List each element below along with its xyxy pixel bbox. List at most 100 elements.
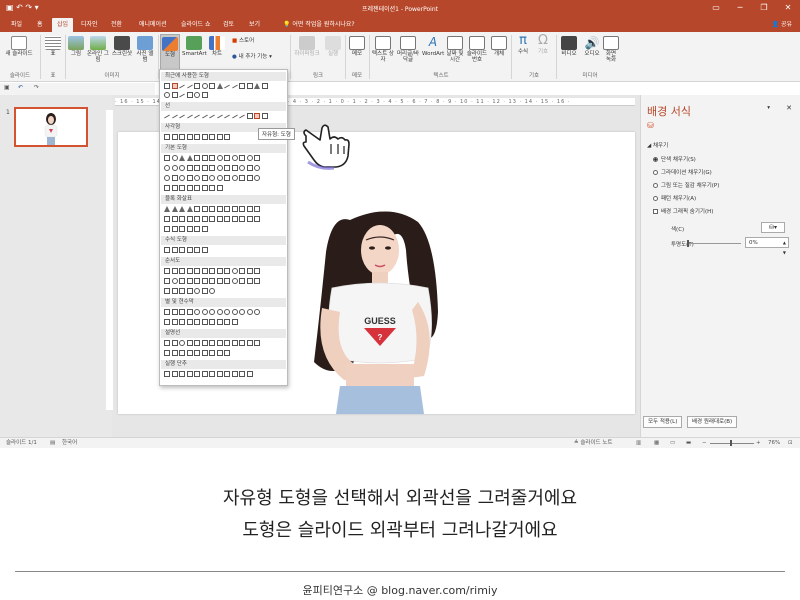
undo-icon[interactable]: ↶	[18, 84, 23, 91]
picture-fill-option[interactable]: 그림 또는 질감 채우기(P)	[653, 181, 719, 189]
table-button[interactable]: 표	[44, 36, 62, 57]
normal-view-icon[interactable]: ▥	[636, 438, 641, 448]
chart-button[interactable]: 차트	[208, 36, 226, 57]
shape-row[interactable]	[164, 215, 283, 224]
shape-row[interactable]	[164, 184, 283, 193]
smartart-button[interactable]: SmartArt	[182, 36, 207, 57]
tell-me-search[interactable]: 💡 어떤 작업을 원하시나요?	[283, 19, 355, 28]
new-slide-button[interactable]: 새 슬라이드	[4, 36, 34, 57]
shape-row[interactable]	[164, 82, 283, 91]
apply-all-button[interactable]: 모두 적용(L)	[643, 416, 683, 428]
shape-row[interactable]	[164, 91, 283, 100]
close-icon[interactable]: ✕	[786, 104, 792, 112]
shape-row[interactable]	[164, 277, 283, 286]
shape-row[interactable]	[164, 287, 283, 296]
shape-row[interactable]	[164, 205, 283, 214]
chevron-down-icon[interactable]: ▾	[767, 105, 770, 111]
my-addins-button[interactable]: ● 내 추가 기능 ▾	[232, 54, 272, 60]
fit-slide-icon[interactable]: ⊡	[788, 438, 793, 448]
object-button[interactable]: 개체	[490, 36, 508, 57]
shape-row[interactable]	[164, 174, 283, 183]
shape-row[interactable]	[164, 318, 283, 327]
reset-background-button[interactable]: 배경 원래대로(B)	[687, 416, 738, 428]
screenshot-button[interactable]: 스크린샷	[111, 36, 133, 57]
redo-icon[interactable]: ↷	[34, 84, 39, 91]
tab-animations[interactable]: 애니메이션	[134, 18, 172, 32]
minimize-button[interactable]: ─	[728, 0, 752, 16]
ribbon-display-icon[interactable]: ▭	[704, 0, 728, 16]
calendar-icon	[447, 36, 463, 50]
save-icon[interactable]: ▣	[4, 84, 10, 91]
zoom-slider-thumb[interactable]	[730, 440, 732, 446]
hide-graphics-checkbox[interactable]: 배경 그래픽 숨기기(H)	[653, 207, 713, 215]
wordart-button[interactable]: A WordArt	[422, 35, 444, 57]
zoom-in-icon[interactable]: +	[756, 438, 761, 448]
transparency-slider[interactable]	[687, 243, 741, 244]
title-bar: ▣ ↶ ↷ ▾ 프레젠테이션1 - PowerPoint ▭ ─ ❐ ✕	[0, 0, 800, 16]
fill-section-header[interactable]: ◢ 채우기	[647, 141, 668, 149]
shape-row[interactable]	[164, 349, 283, 358]
slideshow-view-icon[interactable]: ▬	[686, 438, 691, 448]
slide-thumbnail[interactable]	[14, 107, 88, 147]
shape-row[interactable]	[164, 154, 283, 163]
textbox-button[interactable]: 텍스트 상자	[372, 36, 394, 64]
gradient-fill-option[interactable]: 그라데이션 채우기(G)	[653, 168, 712, 176]
zoom-out-icon[interactable]: −	[702, 438, 707, 448]
shapes-button[interactable]: 도형	[160, 34, 180, 70]
photo-album-button[interactable]: 사진 앨범	[135, 36, 155, 64]
color-picker-button[interactable]: ⛁▾	[761, 222, 785, 233]
zoom-slider[interactable]	[710, 443, 754, 444]
tab-design[interactable]: 디자인	[76, 18, 103, 32]
tab-file[interactable]: 파일	[6, 18, 27, 32]
close-button[interactable]: ✕	[776, 0, 800, 16]
tab-slideshow[interactable]: 슬라이드 쇼	[176, 18, 216, 32]
screen-recording-button[interactable]: 화면 녹화	[603, 36, 619, 64]
group-divider	[369, 35, 370, 79]
shape-row[interactable]	[164, 339, 283, 348]
shape-row[interactable]	[164, 267, 283, 276]
solid-fill-option[interactable]: 단색 채우기(S)	[653, 155, 696, 163]
header-footer-button[interactable]: 머리글/바닥글	[396, 36, 420, 64]
slide-number-button[interactable]: 슬라이드 번호	[466, 36, 488, 64]
shape-row[interactable]	[164, 112, 283, 121]
share-button[interactable]: 👤 공유	[772, 19, 792, 28]
slider-thumb[interactable]	[687, 240, 689, 247]
tell-me-text: 어떤 작업을 원하시나요?	[292, 21, 355, 28]
shape-row[interactable]	[164, 308, 283, 317]
tab-insert[interactable]: 삽입	[52, 18, 74, 32]
zoom-level[interactable]: 76%	[768, 438, 780, 448]
reading-view-icon[interactable]: ▭	[670, 438, 675, 448]
paint-bucket-icon[interactable]: ⛁	[647, 121, 654, 130]
shape-row[interactable]	[164, 164, 283, 173]
tab-view[interactable]: 보기	[244, 18, 265, 32]
video-button[interactable]: 비디오	[558, 36, 580, 57]
sorter-view-icon[interactable]: ▦	[654, 438, 659, 448]
powerpoint-window: ▣ ↶ ↷ ▾ 프레젠테이션1 - PowerPoint ▭ ─ ❐ ✕ 파일 …	[0, 0, 800, 600]
hyperlink-button[interactable]: 하이퍼링크	[292, 36, 322, 57]
picture-button[interactable]: 그림	[67, 36, 85, 57]
shapes-dropdown[interactable]: 최근에 사용한 도형 선 사각형 기본 도형 블록 화살표 수식 도형 순서도 …	[159, 69, 288, 386]
my-addins-label: 내 추가 기능	[238, 54, 268, 60]
shape-row[interactable]	[164, 225, 283, 234]
symbol-button[interactable]: Ω 기호	[534, 34, 552, 56]
audio-button[interactable]: 🔊 오디오	[582, 36, 602, 57]
restore-button[interactable]: ❐	[752, 0, 776, 16]
store-button[interactable]: ■ 스토어	[232, 38, 254, 44]
freeform-shape-icon[interactable]	[254, 113, 260, 119]
tab-home[interactable]: 홈	[32, 18, 48, 32]
action-button[interactable]: 실행	[324, 36, 342, 57]
transparency-input[interactable]: 0% ▲ ▼	[745, 237, 789, 255]
tab-review[interactable]: 검토	[218, 18, 239, 32]
online-picture-button[interactable]: 온라인 그림	[87, 36, 109, 64]
tab-transitions[interactable]: 전환	[106, 18, 127, 32]
datetime-button[interactable]: 날짜 및 시간	[446, 36, 464, 64]
pattern-fill-option[interactable]: 패턴 채우기(A)	[653, 194, 696, 202]
equation-button[interactable]: π 수식	[514, 34, 532, 56]
notes-button[interactable]: ≜ 슬라이드 노트	[574, 438, 612, 448]
spinner-icon[interactable]: ▲ ▼	[783, 238, 786, 258]
comment-button[interactable]: 메모	[348, 36, 366, 57]
spellcheck-icon[interactable]: ▤	[50, 438, 55, 448]
language-indicator[interactable]: 한국어	[62, 438, 77, 448]
shape-row[interactable]	[164, 246, 283, 255]
shape-row[interactable]	[164, 370, 283, 379]
